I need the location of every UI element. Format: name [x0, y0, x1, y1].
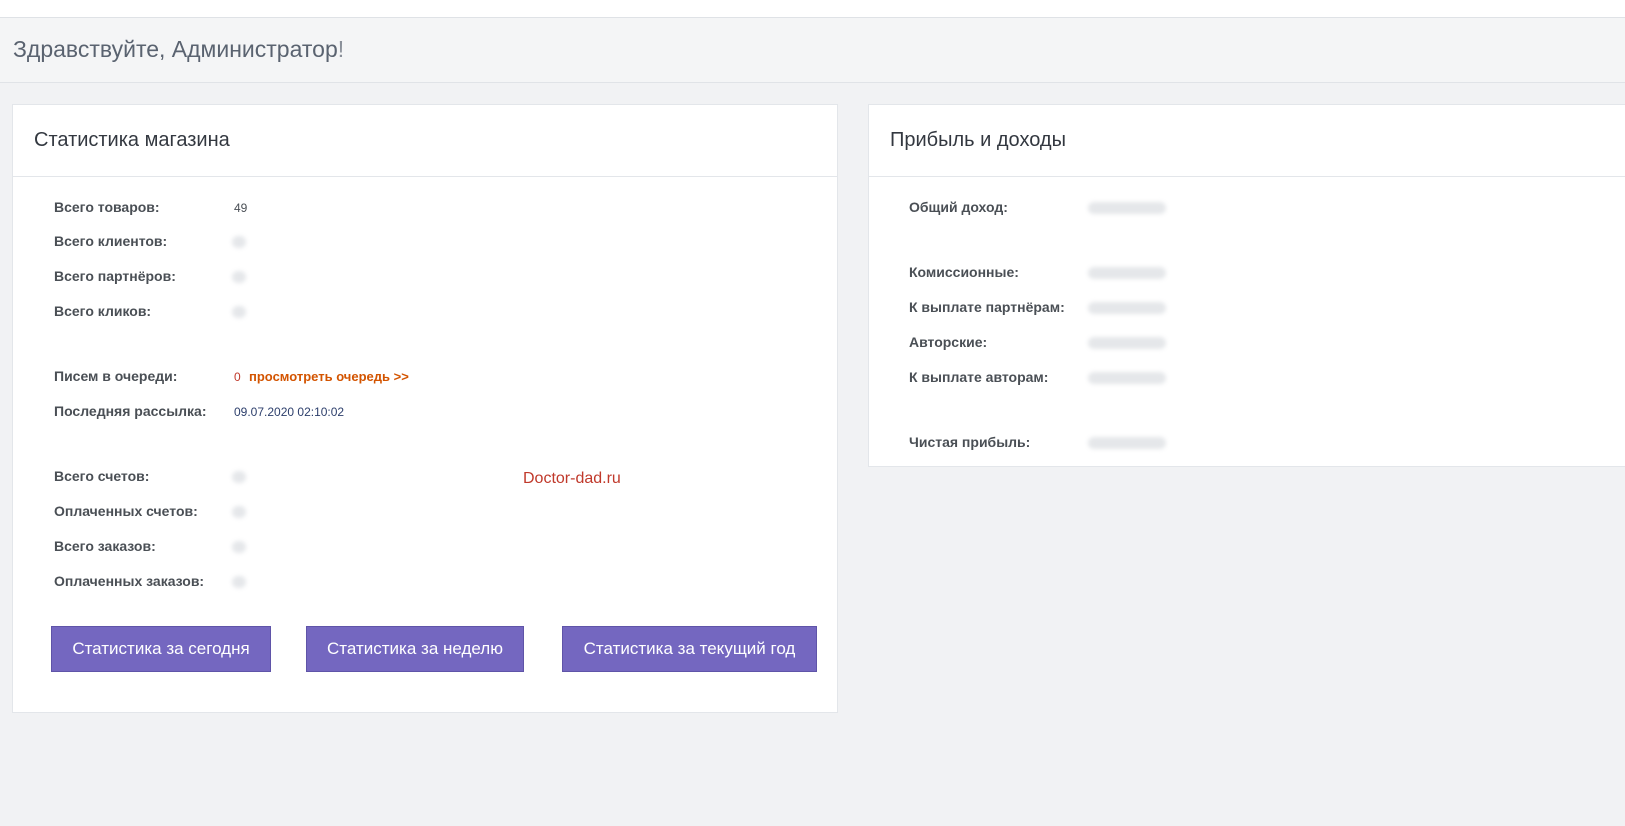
paid-invoices-label: Оплаченных счетов:	[54, 503, 198, 519]
view-queue-link[interactable]: просмотреть очередь >>	[249, 369, 409, 384]
watermark: Doctor-dad.ru	[523, 470, 621, 487]
greeting-title: Здравствуйте, Администратор!	[13, 36, 344, 63]
author-payout-value-hidden	[1088, 372, 1166, 384]
net-profit-label: Чистая прибыль:	[909, 434, 1031, 450]
total-clicks-value-hidden	[232, 306, 246, 318]
author-fees-label: Авторские:	[909, 334, 988, 350]
shop-stats-panel: Статистика магазина Всего товаров: 49 Вс…	[12, 104, 838, 713]
partner-payout-value-hidden	[1088, 302, 1166, 314]
total-clients-value-hidden	[232, 236, 246, 248]
total-clients-label: Всего клиентов:	[54, 233, 168, 249]
partner-payout-label: К выплате партнёрам:	[909, 299, 1065, 315]
paid-invoices-value-hidden	[232, 506, 246, 518]
total-clicks-label: Всего кликов:	[54, 303, 152, 319]
stats-today-button[interactable]: Статистика за сегодня	[51, 626, 271, 672]
total-partners-label: Всего партнёров:	[54, 268, 176, 284]
total-income-value-hidden	[1088, 202, 1166, 214]
profit-title: Прибыль и доходы	[890, 129, 1066, 151]
shop-stats-title: Статистика магазина	[34, 129, 230, 151]
total-partners-value-hidden	[232, 271, 246, 283]
last-mailing-label: Последняя рассылка:	[54, 403, 207, 419]
total-products-value: 49	[234, 201, 248, 215]
total-products-label: Всего товаров:	[54, 199, 160, 215]
greeting-exclamation: !	[337, 36, 345, 62]
shop-stats-header: Статистика магазина	[13, 105, 837, 177]
total-income-label: Общий доход:	[909, 199, 1008, 215]
commission-value-hidden	[1088, 267, 1166, 279]
profit-header: Прибыль и доходы	[869, 105, 1625, 177]
author-payout-label: К выплате авторам:	[909, 369, 1049, 385]
commission-label: Комиссионные:	[909, 264, 1019, 280]
top-bar	[0, 0, 1625, 18]
total-invoices-value-hidden	[232, 471, 246, 483]
mail-queue-value: 0	[234, 370, 241, 384]
stats-year-button[interactable]: Статистика за текущий год	[562, 626, 817, 672]
greeting-bar: Здравствуйте, Администратор!	[0, 18, 1625, 83]
greeting-text: Здравствуйте, Администратор	[13, 36, 338, 62]
mail-queue-label: Писем в очереди:	[54, 368, 178, 384]
paid-orders-label: Оплаченных заказов:	[54, 573, 205, 589]
paid-orders-value-hidden	[232, 576, 246, 588]
profit-panel: Прибыль и доходы Общий доход: Комиссионн…	[868, 104, 1625, 467]
total-orders-value-hidden	[232, 541, 246, 553]
total-invoices-label: Всего счетов:	[54, 468, 150, 484]
last-mailing-value: 09.07.2020 02:10:02	[234, 405, 345, 419]
total-orders-label: Всего заказов:	[54, 538, 156, 554]
author-fees-value-hidden	[1088, 337, 1166, 349]
stats-week-button[interactable]: Статистика за неделю	[306, 626, 524, 672]
net-profit-value-hidden	[1088, 437, 1166, 449]
